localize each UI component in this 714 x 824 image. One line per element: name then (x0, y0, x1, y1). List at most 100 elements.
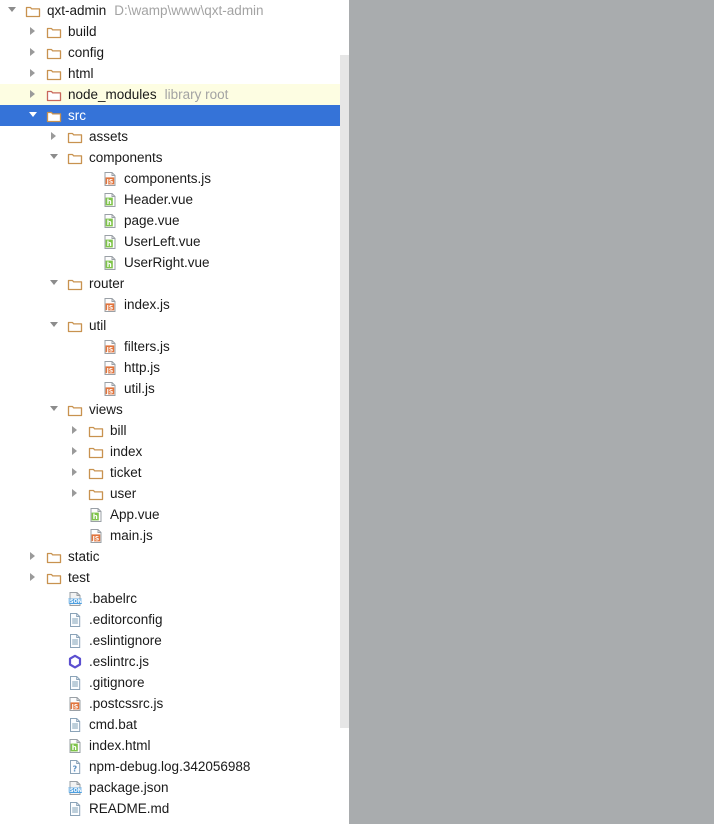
chevron-right-icon[interactable] (69, 441, 82, 462)
tree-row-label: .babelrc (89, 591, 138, 606)
js-file-icon: JS (102, 297, 118, 313)
project-tree-pane[interactable]: qxt-admin D:\wamp\www\qxt-admin build confi… (0, 0, 349, 824)
tree-row-label: static (68, 549, 100, 564)
json-file-icon: JSON (67, 780, 83, 796)
tree-row[interactable]: h UserLeft.vue (0, 231, 349, 252)
svg-text:JS: JS (92, 535, 100, 542)
tree-row[interactable]: assets (0, 126, 349, 147)
text-file-icon (67, 675, 83, 691)
tree-row-label: README.md (89, 801, 170, 816)
tree-row[interactable]: index (0, 441, 349, 462)
chevron-right-icon[interactable] (27, 84, 40, 105)
svg-text:h: h (107, 219, 112, 227)
chevron-right-icon[interactable] (27, 21, 40, 42)
tree-row[interactable]: components (0, 147, 349, 168)
tree-row[interactable]: router (0, 273, 349, 294)
tree-row-label: http.js (124, 360, 161, 375)
chevron-right-icon[interactable] (27, 63, 40, 84)
tree-row[interactable]: JS util.js (0, 378, 349, 399)
chevron-down-icon[interactable] (48, 147, 61, 168)
svg-text:h: h (107, 261, 112, 269)
tree-row[interactable]: util (0, 315, 349, 336)
chevron-right-icon[interactable] (48, 126, 61, 147)
chevron-right-icon[interactable] (69, 462, 82, 483)
html-file-icon: h (67, 738, 83, 754)
chevron-right-icon[interactable] (69, 483, 82, 504)
chevron-right-icon[interactable] (69, 420, 82, 441)
tree-row[interactable]: bill (0, 420, 349, 441)
tree-row[interactable]: qxt-admin D:\wamp\www\qxt-admin (0, 0, 349, 21)
tree-row[interactable]: cmd.bat (0, 714, 349, 735)
tree-row[interactable]: JSON .babelrc (0, 588, 349, 609)
tree-row[interactable]: build (0, 21, 349, 42)
tree-row-label: Header.vue (124, 192, 194, 207)
tree-row[interactable]: ? npm-debug.log.342056988 (0, 756, 349, 777)
vertical-scrollbar[interactable] (340, 55, 349, 728)
tree-row[interactable]: h index.html (0, 735, 349, 756)
tree-row[interactable]: views (0, 399, 349, 420)
tree-row[interactable]: JS main.js (0, 525, 349, 546)
tree-row[interactable]: h UserRight.vue (0, 252, 349, 273)
editor-empty-area (349, 0, 714, 824)
chevron-down-icon[interactable] (27, 105, 40, 126)
folder-excluded-icon (46, 87, 62, 103)
tree-row-label: index.html (89, 738, 151, 753)
tree-row[interactable]: user (0, 483, 349, 504)
chevron-right-icon[interactable] (27, 42, 40, 63)
svg-text:JS: JS (106, 388, 114, 395)
tree-row[interactable]: JS .postcssrc.js (0, 693, 349, 714)
chevron-right-icon[interactable] (27, 546, 40, 567)
tree-row[interactable]: .eslintrc.js (0, 651, 349, 672)
svg-text:JS: JS (71, 703, 79, 710)
chevron-down-icon[interactable] (48, 315, 61, 336)
folder-icon (46, 66, 62, 82)
tree-row[interactable]: test (0, 567, 349, 588)
folder-icon (67, 150, 83, 166)
chevron-down-icon[interactable] (48, 399, 61, 420)
chevron-down-icon[interactable] (48, 273, 61, 294)
folder-icon (88, 444, 104, 460)
tree-row[interactable]: JS http.js (0, 357, 349, 378)
tree-row-label: main.js (110, 528, 153, 543)
tree-row[interactable]: h Header.vue (0, 189, 349, 210)
tree-row-label: .gitignore (89, 675, 145, 690)
js-file-icon: JS (102, 339, 118, 355)
tree-row-label: user (110, 486, 137, 501)
js-file-icon: JS (88, 528, 104, 544)
tree-row[interactable]: .gitignore (0, 672, 349, 693)
folder-icon (67, 129, 83, 145)
tree-row[interactable]: html (0, 63, 349, 84)
tree-row[interactable]: static (0, 546, 349, 567)
folder-icon (88, 423, 104, 439)
tree-row[interactable]: JS index.js (0, 294, 349, 315)
tree-row[interactable]: h page.vue (0, 210, 349, 231)
tree-row[interactable]: h App.vue (0, 504, 349, 525)
tree-row[interactable]: .editorconfig (0, 609, 349, 630)
tree-row-label: test (68, 570, 90, 585)
tree-row[interactable]: ticket (0, 462, 349, 483)
tree-row-label: util (89, 318, 107, 333)
tree-row[interactable]: README.md (0, 798, 349, 819)
tree-row[interactable]: config (0, 42, 349, 63)
tree-row-label: build (68, 24, 97, 39)
chevron-down-icon[interactable] (6, 0, 19, 21)
svg-text:JSON: JSON (67, 599, 82, 605)
folder-module-icon (25, 3, 41, 19)
tree-row-label: views (89, 402, 123, 417)
folder-icon (46, 570, 62, 586)
tree-row[interactable]: .eslintignore (0, 630, 349, 651)
tree-row[interactable]: JSON package.json (0, 777, 349, 798)
project-tree[interactable]: qxt-admin D:\wamp\www\qxt-admin build confi… (0, 0, 349, 819)
chevron-right-icon[interactable] (27, 567, 40, 588)
svg-text:h: h (107, 240, 112, 248)
tree-row[interactable]: src (0, 105, 349, 126)
tree-row[interactable]: JS components.js (0, 168, 349, 189)
tree-row[interactable]: node_modules library root (0, 84, 349, 105)
tree-row[interactable]: JS filters.js (0, 336, 349, 357)
js-file-icon: JS (102, 360, 118, 376)
